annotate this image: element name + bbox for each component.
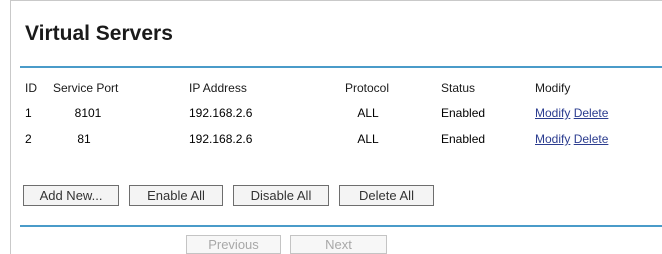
row-service-port: 81 xyxy=(77,132,91,146)
delete-link[interactable]: Delete xyxy=(574,106,609,120)
column-header-status: Status xyxy=(441,81,476,95)
column-header-protocol: Protocol xyxy=(345,81,390,95)
modify-link[interactable]: Modify xyxy=(535,132,570,146)
row-protocol: ALL xyxy=(357,132,379,146)
column-header-ip-address: IP Address xyxy=(189,81,247,95)
next-button[interactable]: Next xyxy=(290,235,387,254)
divider-bottom xyxy=(20,225,662,227)
page-title: Virtual Servers xyxy=(25,22,173,45)
row-status: Enabled xyxy=(441,132,486,146)
row-ip-address: 192.168.2.6 xyxy=(189,106,253,120)
column-header-modify: Modify xyxy=(535,81,571,95)
enable-all-button[interactable]: Enable All xyxy=(129,185,223,206)
row-protocol: ALL xyxy=(357,106,379,120)
delete-link[interactable]: Delete xyxy=(574,132,609,146)
delete-all-button[interactable]: Delete All xyxy=(339,185,434,206)
previous-button[interactable]: Previous xyxy=(186,235,281,254)
row-service-port: 8101 xyxy=(74,106,102,120)
divider-top xyxy=(20,66,662,68)
row-ip-address: 192.168.2.6 xyxy=(189,132,253,146)
row-id: 1 xyxy=(25,106,32,120)
row-id: 2 xyxy=(25,132,32,146)
modify-link[interactable]: Modify xyxy=(535,106,570,120)
disable-all-button[interactable]: Disable All xyxy=(233,185,329,206)
add-new-button[interactable]: Add New... xyxy=(23,185,119,206)
column-header-id: ID xyxy=(25,81,37,95)
column-header-service-port: Service Port xyxy=(53,81,119,95)
row-status: Enabled xyxy=(441,106,486,120)
